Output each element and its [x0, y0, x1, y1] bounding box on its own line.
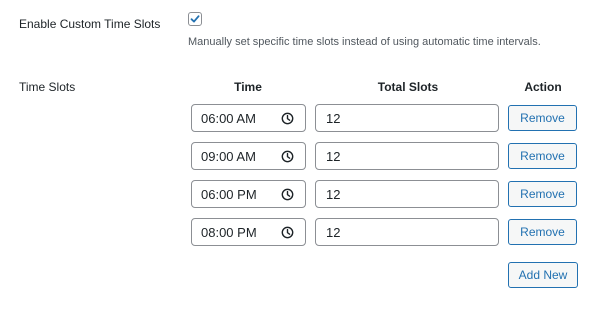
time-slot-row: 09:00 AM 12 Remove [0, 142, 600, 170]
total-slots-value: 12 [326, 149, 341, 164]
time-slot-row: 06:00 PM 12 Remove [0, 180, 600, 208]
remove-button[interactable]: Remove [508, 105, 577, 131]
total-slots-input[interactable]: 12 [315, 218, 499, 246]
total-slots-value: 12 [326, 111, 341, 126]
clock-icon[interactable] [281, 226, 294, 239]
total-slots-value: 12 [326, 187, 341, 202]
total-slots-input[interactable]: 12 [315, 180, 499, 208]
remove-button[interactable]: Remove [508, 143, 577, 169]
clock-icon[interactable] [281, 112, 294, 125]
time-slots-label: Time Slots [19, 80, 76, 94]
total-slots-value: 12 [326, 225, 341, 240]
time-input[interactable]: 06:00 PM [191, 180, 306, 208]
time-value: 08:00 PM [201, 225, 257, 240]
remove-button[interactable]: Remove [508, 219, 577, 245]
time-slot-row: 08:00 PM 12 Remove [0, 218, 600, 246]
time-input[interactable]: 06:00 AM [191, 104, 306, 132]
total-slots-input[interactable]: 12 [315, 142, 499, 170]
column-header-time: Time [234, 80, 262, 94]
time-value: 09:00 AM [201, 149, 256, 164]
total-slots-input[interactable]: 12 [315, 104, 499, 132]
settings-page: Enable Custom Time Slots Manually set sp… [0, 0, 600, 320]
time-slot-row: 06:00 AM 12 Remove [0, 104, 600, 132]
clock-icon[interactable] [281, 150, 294, 163]
clock-icon[interactable] [281, 188, 294, 201]
time-input[interactable]: 08:00 PM [191, 218, 306, 246]
enable-custom-time-slots-checkbox[interactable] [188, 12, 202, 26]
remove-button[interactable]: Remove [508, 181, 577, 207]
time-value: 06:00 AM [201, 111, 256, 126]
enable-custom-time-slots-description: Manually set specific time slots instead… [188, 36, 541, 48]
column-header-action: Action [524, 80, 562, 94]
column-header-total-slots: Total Slots [377, 80, 439, 94]
time-input[interactable]: 09:00 AM [191, 142, 306, 170]
time-value: 06:00 PM [201, 187, 257, 202]
enable-custom-time-slots-label: Enable Custom Time Slots [19, 17, 161, 31]
add-new-button[interactable]: Add New [508, 262, 578, 288]
checkmark-icon [190, 15, 200, 23]
